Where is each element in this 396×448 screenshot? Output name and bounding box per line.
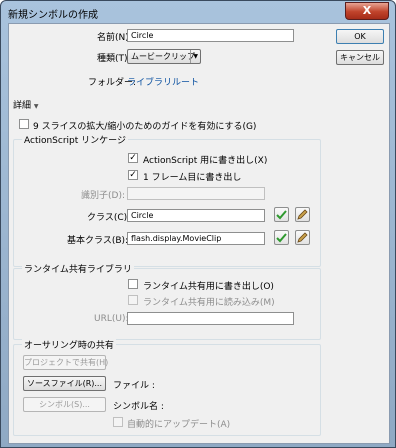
folder-link[interactable]: ライブラリルート: [127, 75, 199, 88]
triangle-down-icon: ▼: [33, 103, 39, 110]
import-runtime-label: ランタイム共有用に読み込み(M): [143, 298, 275, 308]
type-value: ムービークリップ: [131, 52, 195, 61]
identifier-field: [127, 187, 265, 200]
file-label: ファイル :: [113, 381, 155, 391]
runtime-group-title: ランタイム共有ライブラリ: [22, 262, 134, 275]
export-runtime-label: ランタイム共有用に書き出し(O): [143, 282, 274, 292]
checkmark-icon: [276, 233, 287, 243]
advanced-label: 詳細: [13, 101, 32, 111]
identifier-label: 識別子(D):: [81, 191, 125, 201]
export-frame1-label: 1 フレーム目に書き出し: [143, 173, 242, 183]
edit-class-button[interactable]: [295, 207, 310, 222]
symbol-button: シンボル(S)...: [23, 397, 106, 412]
slice9-checkbox[interactable]: [19, 119, 29, 129]
auto-update-label: 自動的にアップデート(A): [127, 420, 231, 430]
source-file-button[interactable]: ソースファイル(R)...: [23, 376, 106, 391]
url-label: URL(U):: [94, 314, 129, 324]
validate-class-button[interactable]: [274, 207, 289, 222]
title-bar[interactable]: 新規シンボルの作成 X: [1, 1, 395, 23]
pencil-icon: [297, 232, 308, 243]
chevron-down-icon: ▼: [193, 53, 198, 60]
advanced-toggle[interactable]: 詳細 ▼: [13, 98, 39, 111]
cancel-button[interactable]: キャンセル: [336, 50, 384, 65]
share-project-button: プロジェクトで共有(H): [23, 355, 108, 370]
export-actionscript-checkbox[interactable]: ✓: [128, 153, 138, 163]
base-class-field[interactable]: flash.display.MovieClip: [127, 232, 265, 245]
class-field[interactable]: Circle: [127, 209, 265, 222]
auto-update-checkbox: [113, 417, 123, 427]
slice9-label: 9 スライスの拡大/縮小のためのガイドを有効にする(G): [33, 122, 257, 132]
pencil-icon: [297, 209, 308, 220]
type-dropdown[interactable]: ムービークリップ ▼: [127, 49, 201, 64]
export-frame1-checkbox[interactable]: ✓: [128, 170, 138, 180]
name-field[interactable]: Circle: [127, 29, 294, 42]
checkmark-icon: [276, 210, 287, 220]
window-title: 新規シンボルの作成: [8, 10, 98, 21]
dialog-window: 新規シンボルの作成 X 名前(N): Circle OK キャンセル 種類(T)…: [0, 0, 396, 448]
url-field[interactable]: [127, 312, 294, 325]
symbol-name-label: シンボル名 :: [113, 402, 164, 412]
validate-base-class-button[interactable]: [274, 230, 289, 245]
dialog-content: 名前(N): Circle OK キャンセル 種類(T): ムービークリップ ▼…: [8, 23, 390, 444]
class-label: クラス(C):: [87, 213, 131, 223]
edit-base-class-button[interactable]: [295, 230, 310, 245]
authoring-group-title: オーサリング時の共有: [22, 338, 116, 351]
ok-button[interactable]: OK: [336, 29, 384, 44]
actionscript-group-title: ActionScript リンケージ: [22, 133, 128, 146]
type-label: 種類(T):: [97, 54, 131, 64]
close-button[interactable]: X: [345, 2, 389, 20]
import-runtime-checkbox: [128, 295, 138, 305]
export-actionscript-label: ActionScript 用に書き出し(X): [143, 156, 268, 166]
base-class-label: 基本クラス(B):: [67, 236, 129, 246]
export-runtime-checkbox[interactable]: [128, 279, 138, 289]
